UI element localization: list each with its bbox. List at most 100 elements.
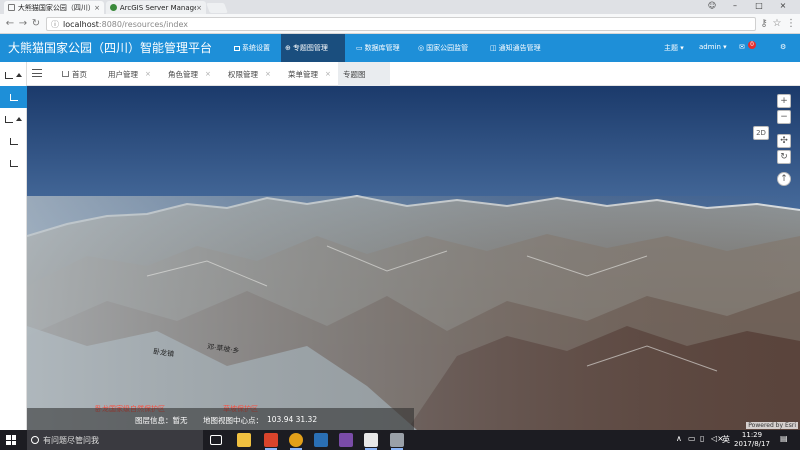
battery-icon[interactable]: ▯ xyxy=(700,434,704,443)
bar-chart-icon xyxy=(9,159,18,167)
reload-icon[interactable]: ↻ xyxy=(30,18,42,30)
file-explorer-icon[interactable] xyxy=(237,433,251,447)
zoom-in-button[interactable]: + xyxy=(777,94,791,108)
compass-icon[interactable]: ↑ xyxy=(777,172,791,186)
mail-icon[interactable]: ✉ xyxy=(739,43,745,51)
arcgis-icon xyxy=(110,4,117,11)
tab-thematic-map[interactable]: 专题图 xyxy=(338,62,390,86)
close-icon[interactable]: × xyxy=(265,70,271,78)
notice-icon: ◫ xyxy=(490,44,497,52)
window-close-icon[interactable]: × xyxy=(776,1,790,10)
cortana-icon xyxy=(31,436,39,444)
nav-label: 专题图管理 xyxy=(292,44,328,52)
windows-start-icon[interactable] xyxy=(6,435,16,445)
bar-chart-icon xyxy=(9,137,18,145)
theme-label: 主题 xyxy=(664,44,678,52)
supervision-icon: ◎ xyxy=(418,44,425,52)
new-tab-button[interactable] xyxy=(206,3,228,13)
map-app-icon[interactable] xyxy=(314,433,328,447)
system-clock[interactable]: 11:29 2017/8/17 xyxy=(730,431,774,449)
key-icon[interactable]: ⚷ xyxy=(758,18,770,30)
globe-icon: ⊕ xyxy=(285,44,291,52)
minimize-icon[interactable]: – xyxy=(728,1,742,10)
tab-label: 首页 xyxy=(72,69,87,79)
fullscreen-icon[interactable]: ⚙ xyxy=(780,43,786,51)
bar-chart-icon xyxy=(5,115,13,123)
map-attribution[interactable]: Powered by Esri xyxy=(746,422,798,429)
tab-menu-management[interactable]: 菜单管理 × xyxy=(283,62,336,86)
back-icon[interactable]: ← xyxy=(4,18,16,30)
close-icon[interactable]: × xyxy=(145,70,151,78)
intellij-icon[interactable] xyxy=(264,433,278,450)
nav-label: 数据库管理 xyxy=(364,44,400,52)
chrome-icon[interactable] xyxy=(289,433,303,450)
forward-icon[interactable]: → xyxy=(17,18,29,30)
monitor-icon xyxy=(5,71,13,79)
sidebar-chart-item-1[interactable] xyxy=(0,130,27,152)
nav-park-supervision[interactable]: ◎ 国家公园监管 xyxy=(414,34,472,62)
tab-label: 菜单管理 xyxy=(288,69,318,79)
nav-notices[interactable]: ◫ 通知通告管理 xyxy=(486,34,545,62)
browser-tab-strip: 大熊猫国家公园（四川） × ArcGIS Server Manager × ☺ … xyxy=(0,0,800,14)
sidebar-monitor-toggle[interactable] xyxy=(0,64,27,86)
tab-label: 专题图 xyxy=(343,69,366,79)
ime-indicator[interactable]: 英 xyxy=(722,434,730,445)
browser-tab-arcgis[interactable]: ArcGIS Server Manager × xyxy=(106,1,206,14)
message-badge: 0 xyxy=(748,41,756,49)
tab-label: 角色管理 xyxy=(168,69,198,79)
java-icon[interactable] xyxy=(364,433,378,450)
tab-home[interactable]: 首页 xyxy=(57,62,92,86)
nav-thematic-map[interactable]: ⊕ 专题图管理 xyxy=(281,34,345,62)
tool-app-icon[interactable] xyxy=(390,433,404,450)
tab-role-management[interactable]: 角色管理 × xyxy=(163,62,216,86)
theme-dropdown[interactable]: 主题 ▾ xyxy=(664,43,684,53)
center-label: 地图视图中心点： xyxy=(203,416,263,425)
pan-icon[interactable]: ✣ xyxy=(777,134,791,148)
taskbar-search[interactable]: 有问题尽管问我 xyxy=(27,430,203,450)
network-icon[interactable]: ▭ xyxy=(688,434,696,443)
tab-label: 用户管理 xyxy=(108,69,138,79)
zoom-out-button[interactable]: − xyxy=(777,110,791,124)
menu-icon[interactable]: ⋮ xyxy=(785,18,797,30)
tab-label: 权限管理 xyxy=(228,69,258,79)
page-tab-bar: 首页 用户管理 × 角色管理 × 权限管理 × 菜单管理 × 专题图 xyxy=(27,62,800,86)
search-placeholder: 有问题尽管问我 xyxy=(43,435,99,445)
notifications-icon[interactable]: ▤ xyxy=(780,434,788,443)
browser-tab-panda[interactable]: 大熊猫国家公园（四川） × xyxy=(4,1,104,14)
map-icon xyxy=(9,93,18,101)
hamburger-menu-icon[interactable] xyxy=(32,69,42,77)
tray-chevron-icon[interactable]: ∧ xyxy=(676,434,682,443)
rotate-icon[interactable]: ↻ xyxy=(777,150,791,164)
nav-system-settings[interactable]: 系统设置 xyxy=(230,34,274,62)
tab-user-management[interactable]: 用户管理 × xyxy=(103,62,156,86)
caret-down-icon: ▾ xyxy=(680,44,684,52)
clock-time: 11:29 xyxy=(741,431,763,439)
view-mode-toggle[interactable]: 2D xyxy=(753,126,769,140)
user-dropdown[interactable]: admin ▾ xyxy=(699,43,727,51)
tab-permission-management[interactable]: 权限管理 × xyxy=(223,62,276,86)
browser-tab-title: ArcGIS Server Manager xyxy=(119,3,197,12)
sidebar-chart-item-2[interactable] xyxy=(0,152,27,174)
star-icon[interactable]: ☆ xyxy=(771,18,783,30)
clock-date: 2017/8/17 xyxy=(734,440,770,448)
close-icon[interactable]: × xyxy=(205,70,211,78)
close-icon[interactable]: × xyxy=(94,4,100,12)
database-app-icon[interactable] xyxy=(339,433,353,447)
browser-tab-title: 大熊猫国家公园（四川） xyxy=(17,3,95,12)
url-field[interactable]: ⓘ localhost:8080/resources/index xyxy=(46,17,756,31)
task-view-icon[interactable] xyxy=(210,435,222,445)
page-icon xyxy=(8,4,15,11)
layer-info: 图层信息：暂无 xyxy=(135,416,188,425)
nav-database[interactable]: ▭ 数据库管理 xyxy=(352,34,404,62)
sidebar-chart-toggle[interactable] xyxy=(0,108,27,130)
sidebar-map-item[interactable] xyxy=(0,86,27,108)
maximize-icon[interactable]: □ xyxy=(752,1,766,10)
center-coordinates: 103.94 31.32 xyxy=(267,415,318,424)
home-icon xyxy=(62,71,69,77)
profile-icon[interactable]: ☺ xyxy=(705,1,719,10)
scene-view[interactable]: 卧龙镇 邓·草坡·乡 卧龙国家级自然保护区 草坡保护区 + − 2D ✣ ↻ ↑… xyxy=(27,86,800,430)
close-icon[interactable]: × xyxy=(196,4,202,12)
close-icon[interactable]: × xyxy=(325,70,331,78)
caret-up-icon xyxy=(16,117,22,121)
taskbar: 有问题尽管问我 ∧ ▭ ▯ ◁× 英 11:29 2017/8/17 ▤ xyxy=(0,430,800,450)
